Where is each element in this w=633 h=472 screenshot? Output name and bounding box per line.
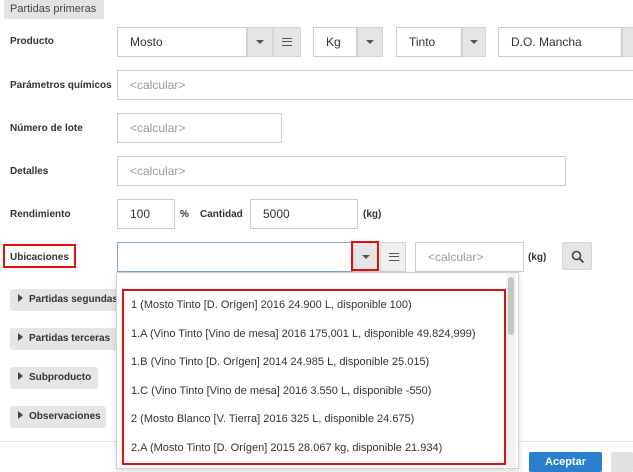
- dropdown-option[interactable]: 1.B (Vino Tinto [D. Orígen] 2014 24.985 …: [131, 356, 429, 368]
- search-button[interactable]: [562, 242, 592, 270]
- producto-dropdown-button[interactable]: [247, 27, 273, 57]
- section-observaciones[interactable]: Observaciones: [10, 406, 106, 428]
- percent-unit: %: [180, 209, 189, 220]
- chevron-down-icon: [256, 40, 264, 44]
- ubicaciones-qty-field[interactable]: <calcular>: [415, 242, 524, 272]
- lote-label: Número de lote: [10, 123, 83, 134]
- producto-select[interactable]: Mosto: [117, 27, 247, 57]
- cantidad-field[interactable]: 5000: [250, 199, 358, 229]
- chevron-down-icon: [366, 40, 374, 44]
- tipo-select[interactable]: Tinto: [396, 27, 462, 57]
- rendimiento-field[interactable]: 100: [117, 199, 175, 229]
- lote-field[interactable]: <calcular>: [117, 113, 282, 143]
- caret-right-icon: [18, 294, 23, 303]
- scrollbar-thumb[interactable]: [508, 277, 514, 335]
- section-partidas-segundas[interactable]: Partidas segundas: [10, 289, 120, 311]
- rendimiento-label: Rendimiento: [10, 209, 71, 220]
- cantidad-unit: (kg): [363, 209, 382, 220]
- detalles-label: Detalles: [10, 166, 49, 177]
- dropdown-option[interactable]: 2.A (Mosto Tinto [D. Orígen] 2015 28.067…: [131, 442, 442, 454]
- section-subproducto[interactable]: Subproducto: [10, 367, 98, 389]
- producto-list-button[interactable]: [273, 27, 301, 57]
- caret-right-icon: [18, 372, 23, 381]
- chevron-down-icon: [470, 40, 478, 44]
- list-icon: [389, 253, 399, 261]
- unit-dropdown-button[interactable]: [357, 27, 383, 57]
- ubicaciones-input[interactable]: [117, 242, 353, 272]
- do-select[interactable]: D.O. Mancha: [498, 27, 622, 57]
- detalles-field[interactable]: <calcular>: [117, 156, 566, 186]
- do-dropdown-button[interactable]: [622, 27, 633, 57]
- parametros-label: Parámetros químicos: [10, 80, 112, 91]
- caret-right-icon: [18, 333, 23, 342]
- section-title: Partidas primeras: [4, 0, 104, 19]
- dropdown-option[interactable]: 1.A (Vino Tinto [Vino de mesa] 2016 175,…: [131, 328, 476, 340]
- dropdown-scrollbar[interactable]: [506, 273, 516, 467]
- unit-select[interactable]: Kg: [313, 27, 357, 57]
- ubicaciones-label: Ubicaciones: [10, 252, 69, 263]
- dropdown-option[interactable]: 2 (Mosto Blanco [V. Tierra] 2016 325 L, …: [131, 413, 414, 425]
- dropdown-option[interactable]: 1.C (Vino Tinto [Vino de mesa] 2016 3.55…: [131, 385, 431, 397]
- producto-label: Producto: [10, 36, 54, 47]
- tipo-dropdown-button[interactable]: [462, 27, 486, 57]
- dropdown-button-highlight: [351, 241, 379, 271]
- ubicaciones-qty-unit: (kg): [528, 252, 547, 263]
- search-icon: [571, 250, 585, 264]
- cantidad-label: Cantidad: [200, 209, 243, 220]
- section-partidas-terceras[interactable]: Partidas terceras: [10, 328, 120, 350]
- parametros-field[interactable]: <calcular>: [117, 70, 633, 100]
- cancel-button[interactable]: [611, 452, 633, 472]
- dropdown-option[interactable]: 1 (Mosto Tinto [D. Orígen] 2016 24.900 L…: [131, 299, 412, 311]
- ubicaciones-list-button[interactable]: [380, 242, 406, 272]
- accept-button[interactable]: Aceptar: [529, 452, 602, 472]
- caret-right-icon: [18, 411, 23, 420]
- list-icon: [282, 38, 292, 46]
- dropdown-options: 1 (Mosto Tinto [D. Orígen] 2016 24.900 L…: [117, 273, 516, 467]
